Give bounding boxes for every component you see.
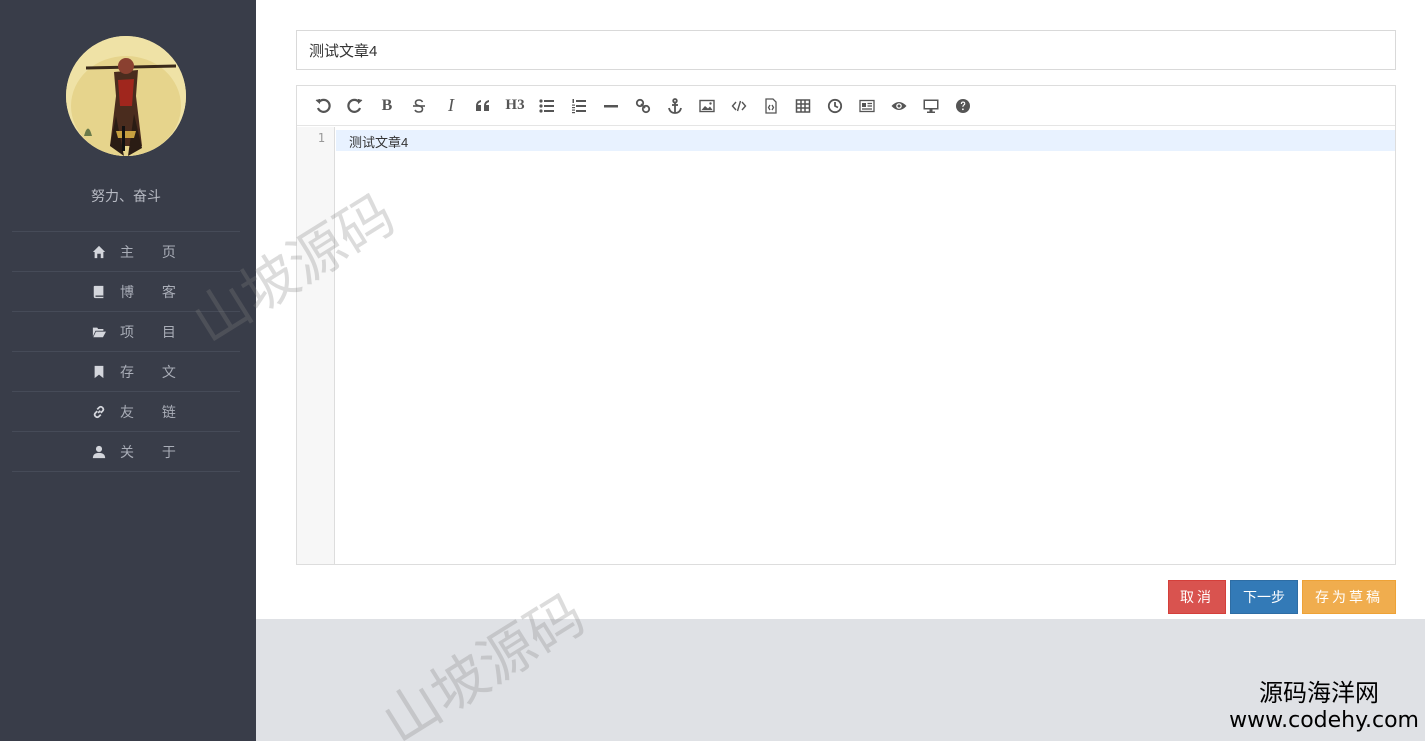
motto-text: 努力、奋斗 [91,188,161,204]
sidebar-item-blog[interactable]: 博 客 [12,272,240,312]
image-icon[interactable] [691,91,723,121]
bookmark-icon [94,365,104,378]
sidebar-item-label: 存 文 [120,363,188,380]
redo-icon[interactable] [339,91,371,121]
sidebar-item-label: 博 客 [120,283,188,300]
ordered-list-icon[interactable] [563,91,595,121]
markdown-editor: B I H3 1 测试文章4 [296,85,1396,565]
sidebar-nav: 主 页 博 客 项 目 存 文 友 链 关 于 [12,231,240,472]
avatar [66,36,186,156]
preview-eye-icon[interactable] [883,91,915,121]
sidebar: 努力、奋斗 主 页 博 客 项 目 存 文 友 链 关 于 [0,0,256,741]
code-icon[interactable] [723,91,755,121]
unordered-list-icon[interactable] [531,91,563,121]
folder-open-icon [92,327,106,337]
anchor-icon[interactable] [659,91,691,121]
editor-toolbar: B I H3 [297,86,1395,126]
home-icon [92,245,106,258]
title-input[interactable] [296,30,1396,70]
editor-content[interactable]: 测试文章4 [349,132,408,151]
user-icon [92,445,106,458]
clock-icon[interactable] [819,91,851,121]
sidebar-item-label: 关 于 [120,443,188,460]
italic-button[interactable]: I [435,91,467,121]
horizontal-rule-icon[interactable] [595,91,627,121]
sidebar-item-home[interactable]: 主 页 [12,232,240,272]
line-gutter [297,127,335,564]
cancel-button[interactable]: 取消 [1168,580,1226,614]
brand-url: www.codehy.com [1229,708,1419,733]
active-line-highlight [336,130,1395,151]
help-icon[interactable] [947,91,979,121]
sidebar-item-projects[interactable]: 项 目 [12,312,240,352]
sidebar-item-about[interactable]: 关 于 [12,432,240,472]
next-step-button[interactable]: 下一步 [1230,580,1298,614]
link-icon[interactable] [627,91,659,121]
bold-button[interactable]: B [371,91,403,121]
save-draft-button[interactable]: 存为草稿 [1302,580,1396,614]
sidebar-item-label: 项 目 [120,323,188,340]
undo-icon[interactable] [307,91,339,121]
link-icon [93,405,105,418]
quote-icon[interactable] [467,91,499,121]
code-block-icon[interactable] [755,91,787,121]
sidebar-item-links[interactable]: 友 链 [12,392,240,432]
corner-brand: 源码海洋网 www.codehy.com [1229,673,1419,733]
sidebar-item-label: 主 页 [120,243,188,260]
heading-button[interactable]: H3 [499,91,531,121]
sidebar-item-label: 友 链 [120,403,188,420]
brand-name: 源码海洋网 [1259,679,1379,707]
table-icon[interactable] [787,91,819,121]
line-number: 1 [317,131,325,145]
book-icon [93,285,104,298]
html-entities-icon[interactable] [851,91,883,121]
fullscreen-desktop-icon[interactable] [915,91,947,121]
strikethrough-icon[interactable] [403,91,435,121]
sidebar-item-saved[interactable]: 存 文 [12,352,240,392]
